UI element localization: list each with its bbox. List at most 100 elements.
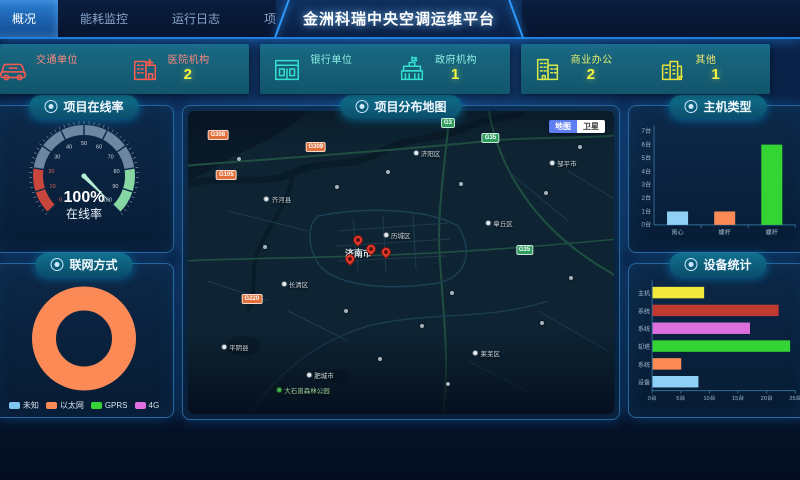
svg-text:20台: 20台 [761, 394, 773, 402]
panel-host-type: 主机类型 0台1台2台3台4台5台6台7台离心螺杆螺杆 [628, 105, 800, 253]
stat-value [326, 67, 352, 83]
map-dot [335, 185, 339, 189]
network-legend: 未知 以太网 GPRS 4G [0, 400, 173, 411]
stat-hospital: 医院机构 2 [118, 54, 250, 84]
svg-text:0: 0 [59, 197, 62, 203]
nav-tab-2[interactable]: 运行日志 [150, 0, 242, 37]
panel-title-text: 项目分布地图 [374, 98, 446, 115]
map-icon [355, 100, 368, 113]
svg-text:系统: 系统 [638, 361, 650, 369]
map-place-label: 齐河县 [264, 194, 292, 204]
panel-online-rate-title: 项目在线率 [29, 95, 138, 118]
svg-text:系统: 系统 [638, 325, 650, 333]
stat-label: 政府机构 [435, 55, 477, 67]
legend-label: 4G [149, 401, 160, 410]
stat-value: 2 [184, 66, 210, 83]
panel-device-stats: 设备统计 0台5台10台15台20台25台主机系统系统却塔系统设备 [628, 263, 800, 418]
stat-label: 交通单位 [36, 55, 78, 67]
map-place-label: 章丘区 [485, 218, 513, 228]
stat-label: 银行单位 [310, 55, 352, 67]
svg-text:25台: 25台 [789, 394, 800, 402]
chart-icon [684, 258, 697, 271]
svg-text:10: 10 [50, 184, 56, 190]
bank-icon [272, 54, 302, 84]
map-dot [446, 382, 450, 386]
svg-text:0台: 0台 [642, 221, 652, 229]
legend-item[interactable]: 未知 [9, 400, 39, 411]
legend-item[interactable]: 以太网 [46, 400, 84, 411]
map-roads [188, 111, 614, 414]
platform-title-box: 金洲科瑞中央空调运维平台 [276, 0, 522, 37]
legend-swatch [91, 402, 102, 409]
svg-text:在线率: 在线率 [66, 206, 102, 221]
panel-title-text: 联网方式 [69, 256, 117, 273]
link-icon [44, 100, 57, 113]
map-place-label: 邹平市 [549, 158, 577, 168]
map-dot [420, 324, 424, 328]
legend-item[interactable]: 4G [135, 400, 160, 411]
panel-title-text: 主机类型 [703, 98, 751, 115]
nav-tab-1[interactable]: 能耗监控 [58, 0, 150, 37]
svg-text:6台: 6台 [642, 141, 652, 149]
map-dot [578, 145, 582, 149]
panel-map: 项目分布地图 济南 [182, 105, 620, 420]
network-donut [0, 268, 169, 413]
legend-label: 未知 [23, 400, 39, 411]
panel-title-text: 设备统计 [703, 256, 751, 273]
map-canvas[interactable]: 济南市 G308G309G105G220G3G35G35齐河县济阳区章丘区历城区… [188, 111, 614, 414]
svg-text:1台: 1台 [642, 207, 652, 215]
stat-other: 其他 1 [645, 54, 770, 84]
panel-online-rate: 项目在线率 0102030405060708090100100%在线率 [0, 105, 174, 253]
svg-text:却塔: 却塔 [638, 343, 651, 351]
panel-network-type: 联网方式 未知以太网GPRS4G [0, 263, 174, 418]
svg-text:90: 90 [112, 184, 118, 190]
svg-text:4台: 4台 [642, 167, 652, 175]
road-shield: G105 [216, 170, 237, 180]
svg-text:5台: 5台 [642, 154, 652, 162]
stat-label: 医院机构 [168, 55, 210, 67]
online-rate-gauge: 0102030405060708090100100%在线率 [0, 110, 169, 248]
map-place-label: 莱芜区 [472, 348, 500, 358]
nav-tab-0[interactable]: 概况 [0, 0, 58, 37]
host-type-chart: 0台1台2台3台4台5台6台7台离心螺杆螺杆 [633, 110, 800, 248]
map-dot [386, 170, 390, 174]
map-park-label: 大石崮森林公园 [276, 385, 330, 395]
svg-text:15台: 15台 [732, 394, 744, 402]
road-shield: G309 [305, 142, 326, 152]
map-button[interactable]: 地图 [549, 120, 577, 133]
panel-host-type-title: 主机类型 [669, 95, 766, 118]
svg-text:系统: 系统 [638, 307, 650, 315]
map-place-label: 平阴县 [221, 342, 249, 352]
map-dot [459, 182, 463, 186]
map-layer-control: 地图 卫星 [549, 120, 605, 133]
map-dot [569, 276, 573, 280]
svg-text:40: 40 [66, 145, 72, 151]
stat-government: 政府机构 1 [385, 54, 510, 84]
svg-text:3台: 3台 [642, 181, 652, 189]
svg-text:5台: 5台 [676, 394, 685, 402]
stat-card-transport-hospital: 交通单位 医院机构 2 [0, 44, 249, 94]
svg-text:20: 20 [48, 169, 54, 175]
panel-device-stats-title: 设备统计 [669, 253, 766, 276]
map-dot [450, 291, 454, 295]
svg-text:60: 60 [96, 145, 102, 151]
legend-item[interactable]: GPRS [91, 400, 128, 411]
map-dot [344, 309, 348, 313]
legend-swatch [9, 402, 20, 409]
map-dot [237, 157, 241, 161]
svg-text:2台: 2台 [642, 194, 652, 202]
map-place-label: 长清区 [281, 279, 309, 289]
network-icon [50, 258, 63, 271]
map-place-label: 肥城市 [306, 370, 334, 380]
legend-label: 以太网 [60, 400, 84, 411]
government-icon [397, 54, 427, 84]
legend-label: GPRS [105, 401, 128, 410]
map-dot [378, 357, 382, 361]
panel-map-title: 项目分布地图 [340, 95, 461, 118]
panel-network-type-title: 联网方式 [35, 253, 132, 276]
stat-bank: 银行单位 [260, 54, 385, 84]
satellite-button[interactable]: 卫星 [577, 120, 605, 133]
svg-text:螺杆: 螺杆 [766, 228, 778, 236]
panel-title-text: 项目在线率 [63, 98, 123, 115]
road-shield: G308 [207, 130, 228, 140]
